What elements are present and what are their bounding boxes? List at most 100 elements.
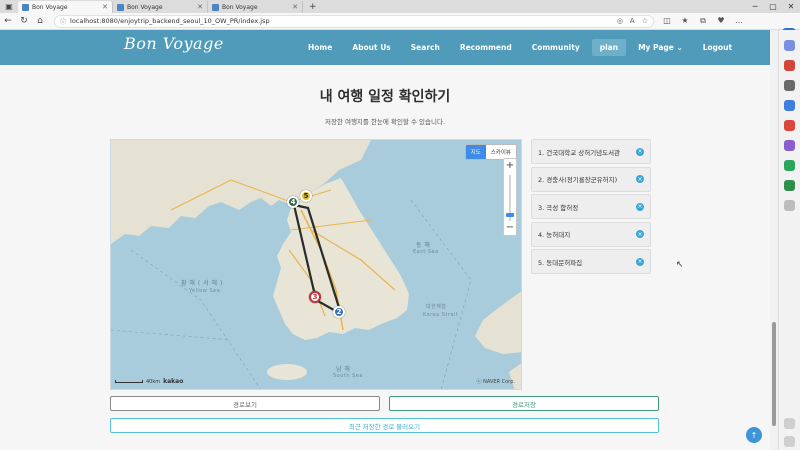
url-text: localhost:8080/enjoytrip_backend_seoul_1… xyxy=(70,17,270,25)
nav-community[interactable]: Community xyxy=(524,39,588,56)
route-item[interactable]: 4. 농허대지 × xyxy=(531,221,651,247)
sidebar-games-icon[interactable] xyxy=(784,100,795,111)
delete-icon[interactable]: × xyxy=(636,147,644,156)
zoom-in-icon[interactable]: + xyxy=(504,160,516,172)
map-label-korea-strait-en: Korea Strait xyxy=(423,312,459,318)
scale-label: 40km xyxy=(146,378,161,385)
browser-tab-2[interactable]: Bon Voyage ✕ xyxy=(113,1,208,13)
close-tab-icon[interactable]: ✕ xyxy=(197,3,203,11)
minimize-icon[interactable]: ─ xyxy=(746,0,764,13)
route-item[interactable]: 2. 경충사(정기룡장군유허지) × xyxy=(531,166,651,192)
extensions-icon[interactable]: ♥ xyxy=(714,16,728,26)
browser-tab-bar: ▣ Bon Voyage ✕ Bon Voyage ✕ Bon Voyage ✕… xyxy=(0,0,800,13)
route-marker-3[interactable]: 3 xyxy=(309,291,321,303)
delete-icon[interactable]: × xyxy=(636,202,644,211)
brand-logo[interactable]: Bon Voyage xyxy=(124,34,224,53)
sidebar-tree-icon[interactable] xyxy=(784,180,795,191)
maximize-icon[interactable]: ▢ xyxy=(764,0,782,13)
route-list: 1. 건국대학교 상허기념도서관 × 2. 경충사(정기룡장군유허지) × 3.… xyxy=(531,139,651,277)
map-label-korea-strait: 대한해협 xyxy=(426,304,447,310)
route-item[interactable]: 5. 동대문허파집 × xyxy=(531,249,651,274)
sidebar-tag-icon[interactable] xyxy=(784,40,795,51)
split-screen-icon[interactable]: ◫ xyxy=(660,16,674,26)
tab-actions-icon[interactable]: ▣ xyxy=(0,0,18,13)
map-label-east-sea: 동 해 xyxy=(416,242,431,249)
refresh-icon[interactable]: ↻ xyxy=(16,13,32,29)
route-item-label: 3. 곡성 함허정 xyxy=(538,203,579,212)
route-marker-4[interactable]: 4 xyxy=(287,196,299,208)
info-icon[interactable]: ⓘ xyxy=(60,17,66,26)
kakao-logo[interactable]: kakao xyxy=(163,378,183,385)
read-aloud-icon[interactable]: A xyxy=(630,17,635,25)
delete-icon[interactable]: × xyxy=(636,257,644,266)
url-field[interactable]: ⓘ localhost:8080/enjoytrip_backend_seoul… xyxy=(54,14,654,28)
browser-tab-1[interactable]: Bon Voyage ✕ xyxy=(18,1,113,13)
close-tab-icon[interactable]: ✕ xyxy=(102,3,108,11)
route-item-label: 5. 동대문허파집 xyxy=(538,258,583,267)
route-marker-2[interactable]: 2 xyxy=(333,306,345,318)
scroll-to-top-icon[interactable]: ↑ xyxy=(746,427,762,443)
collections-icon[interactable]: ⧉ xyxy=(696,16,710,26)
new-tab-button[interactable]: + xyxy=(303,1,323,13)
scrollbar-thumb[interactable] xyxy=(772,322,776,426)
zoom-slider-handle[interactable] xyxy=(506,213,514,217)
mouse-cursor-icon: ↖ xyxy=(676,260,684,270)
nav-home[interactable]: Home xyxy=(300,39,340,56)
route-item-label: 1. 건국대학교 상허기념도서관 xyxy=(538,148,621,157)
sidebar-outlook-icon[interactable] xyxy=(784,140,795,151)
zoom-out-icon[interactable]: − xyxy=(504,222,516,234)
sidebar-send-icon[interactable] xyxy=(784,160,795,171)
map-type-skyview-button[interactable]: 스카이뷰 xyxy=(485,145,516,159)
more-icon[interactable]: … xyxy=(732,16,746,26)
nav-logout[interactable]: Logout xyxy=(695,39,740,56)
save-route-button[interactable]: 경로저장 xyxy=(389,396,659,411)
nav-recommend[interactable]: Recommend xyxy=(452,39,520,56)
nav-search[interactable]: Search xyxy=(403,39,448,56)
map-label-yellow-sea-en: Yellow Sea xyxy=(189,288,221,294)
map-type-map-button[interactable]: 지도 xyxy=(465,145,486,159)
window-controls: ─ ▢ ✕ xyxy=(746,0,800,13)
url-actions: ◎ A ☆ xyxy=(617,17,648,25)
edge-sidebar xyxy=(778,30,800,450)
map-copyright: ⓒ NAVER Corp. xyxy=(476,379,515,385)
address-bar-row: ← ↻ ⌂ ⓘ localhost:8080/enjoytrip_backend… xyxy=(0,13,800,42)
map-label-south-sea-en: South Sea xyxy=(333,373,363,379)
page-subtitle: 저장한 여행지를 한눈에 확인할 수 있습니다. xyxy=(324,118,446,126)
tab-title: Bon Voyage xyxy=(32,3,68,11)
nav-plan[interactable]: plan xyxy=(591,39,627,56)
route-item[interactable]: 1. 건국대학교 상허기념도서관 × xyxy=(531,139,651,164)
zoom-control: + − xyxy=(503,158,517,236)
close-window-icon[interactable]: ✕ xyxy=(782,0,800,13)
main-content: 내 여행 일정 확인하기 저장한 여행지를 한눈에 확인할 수 있습니다. 동 … xyxy=(0,65,770,450)
nav-my-page[interactable]: My Page ⌄ xyxy=(630,39,691,56)
main-nav: Home About Us Search Recommend Community… xyxy=(300,39,744,56)
favicon-icon xyxy=(212,3,219,11)
browser-tab-3[interactable]: Bon Voyage ✕ xyxy=(208,1,303,13)
map-scale: 40km kakao xyxy=(115,378,183,385)
page-title: 내 여행 일정 확인하기 xyxy=(319,89,451,105)
load-recent-route-button[interactable]: 최근 저장한 경로 불러오기 xyxy=(110,418,659,433)
sidebar-add-icon[interactable] xyxy=(784,200,795,211)
delete-icon[interactable]: × xyxy=(636,175,644,183)
delete-icon[interactable]: × xyxy=(636,230,644,238)
close-tab-icon[interactable]: ✕ xyxy=(292,3,298,11)
map-canvas xyxy=(111,140,521,389)
map-label-south-sea: 남 해 xyxy=(336,366,351,373)
back-icon[interactable]: ← xyxy=(0,13,16,29)
favorite-icon[interactable]: ☆ xyxy=(642,17,648,25)
home-icon[interactable]: ⌂ xyxy=(32,13,48,29)
route-item[interactable]: 3. 곡성 함허정 × xyxy=(531,194,651,219)
view-route-button[interactable]: 경로보기 xyxy=(110,396,380,411)
sidebar-tools-icon[interactable] xyxy=(784,80,795,91)
route-marker-5[interactable]: 5 xyxy=(300,190,312,202)
sidebar-settings-icon[interactable] xyxy=(784,436,795,447)
favorites-icon[interactable]: ★ xyxy=(678,16,692,26)
nav-about-us[interactable]: About Us xyxy=(344,39,398,56)
sidebar-layout-icon[interactable] xyxy=(784,418,795,429)
favicon-icon xyxy=(117,3,124,11)
route-map[interactable]: 동 해 East Sea 황 해 ( 서 해 ) Yellow Sea 대한해협… xyxy=(110,139,522,390)
page-scrollbar[interactable] xyxy=(770,30,778,450)
location-icon[interactable]: ◎ xyxy=(617,17,623,25)
sidebar-office-icon[interactable] xyxy=(784,120,795,131)
sidebar-shopping-icon[interactable] xyxy=(784,60,795,71)
